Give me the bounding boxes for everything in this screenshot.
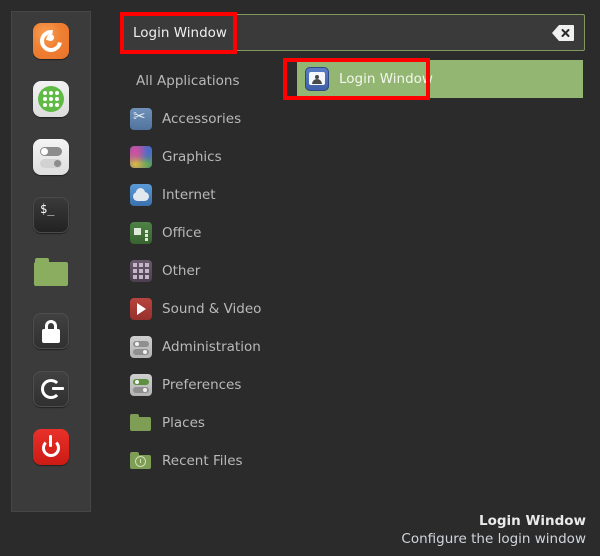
- sidebar-item-software-manager[interactable]: [12, 70, 90, 128]
- sidebar-item-files[interactable]: [12, 244, 90, 302]
- graphics-icon: [130, 146, 152, 168]
- category-label: Administration: [162, 339, 261, 355]
- category-label: Graphics: [162, 149, 222, 165]
- category-all-applications[interactable]: All Applications: [126, 62, 286, 100]
- category-office[interactable]: Office: [126, 214, 286, 252]
- category-places[interactable]: Places: [126, 404, 286, 442]
- category-label: Recent Files: [162, 453, 243, 469]
- category-list: All Applications Accessories Graphics In…: [126, 62, 286, 480]
- category-label: Other: [162, 263, 201, 279]
- login-window-icon: [305, 67, 329, 91]
- accessories-icon: [130, 107, 152, 130]
- category-label: Accessories: [162, 111, 242, 127]
- office-icon: [130, 222, 152, 244]
- status-description: Configure the login window: [401, 531, 586, 547]
- application-menu: Login Window All Applications Accessorie…: [0, 0, 600, 556]
- category-recent-files[interactable]: Recent Files: [126, 442, 286, 480]
- sidebar-item-firefox[interactable]: [12, 12, 90, 70]
- category-label: Preferences: [162, 377, 242, 393]
- sidebar-item-log-out[interactable]: [12, 360, 90, 418]
- result-login-window[interactable]: Login Window: [297, 60, 583, 98]
- folder-icon: [33, 255, 69, 291]
- category-administration[interactable]: Administration: [126, 328, 286, 366]
- category-label: All Applications: [136, 73, 240, 89]
- category-label: Places: [162, 415, 205, 431]
- category-internet[interactable]: Internet: [126, 176, 286, 214]
- internet-icon: [130, 184, 152, 206]
- sidebar-item-system-settings[interactable]: [12, 128, 90, 186]
- preferences-icon: [130, 374, 152, 396]
- terminal-icon: [33, 197, 69, 233]
- sidebar-item-lock-screen[interactable]: [12, 302, 90, 360]
- lock-icon: [33, 313, 69, 349]
- status-title: Login Window: [478, 513, 586, 529]
- category-label: Internet: [162, 187, 216, 203]
- administration-icon: [130, 336, 152, 358]
- sidebar-item-terminal[interactable]: [12, 186, 90, 244]
- category-label: Sound & Video: [162, 301, 262, 317]
- status-area: Login Window Configure the login window: [401, 512, 586, 548]
- recent-files-icon: [130, 450, 152, 472]
- category-other[interactable]: Other: [126, 252, 286, 290]
- favorites-sidebar: [11, 11, 91, 512]
- category-label: Office: [162, 225, 202, 241]
- logout-icon: [33, 371, 69, 407]
- places-folder-icon: [130, 412, 152, 434]
- search-input-value[interactable]: Login Window: [121, 25, 552, 41]
- result-label: Login Window: [339, 71, 433, 87]
- category-accessories[interactable]: Accessories: [126, 100, 286, 138]
- power-icon: [33, 429, 69, 465]
- category-preferences[interactable]: Preferences: [126, 366, 286, 404]
- firefox-icon: [33, 23, 69, 59]
- search-input[interactable]: Login Window: [120, 14, 585, 51]
- sound-video-icon: [130, 298, 152, 320]
- backspace-clear-icon[interactable]: [552, 24, 574, 41]
- application-results-list: Login Window: [297, 60, 583, 98]
- sidebar-item-quit[interactable]: [12, 418, 90, 476]
- settings-toggles-icon: [33, 139, 69, 175]
- other-icon: [130, 260, 152, 282]
- category-sound-and-video[interactable]: Sound & Video: [126, 290, 286, 328]
- apps-grid-icon: [33, 81, 69, 117]
- category-graphics[interactable]: Graphics: [126, 138, 286, 176]
